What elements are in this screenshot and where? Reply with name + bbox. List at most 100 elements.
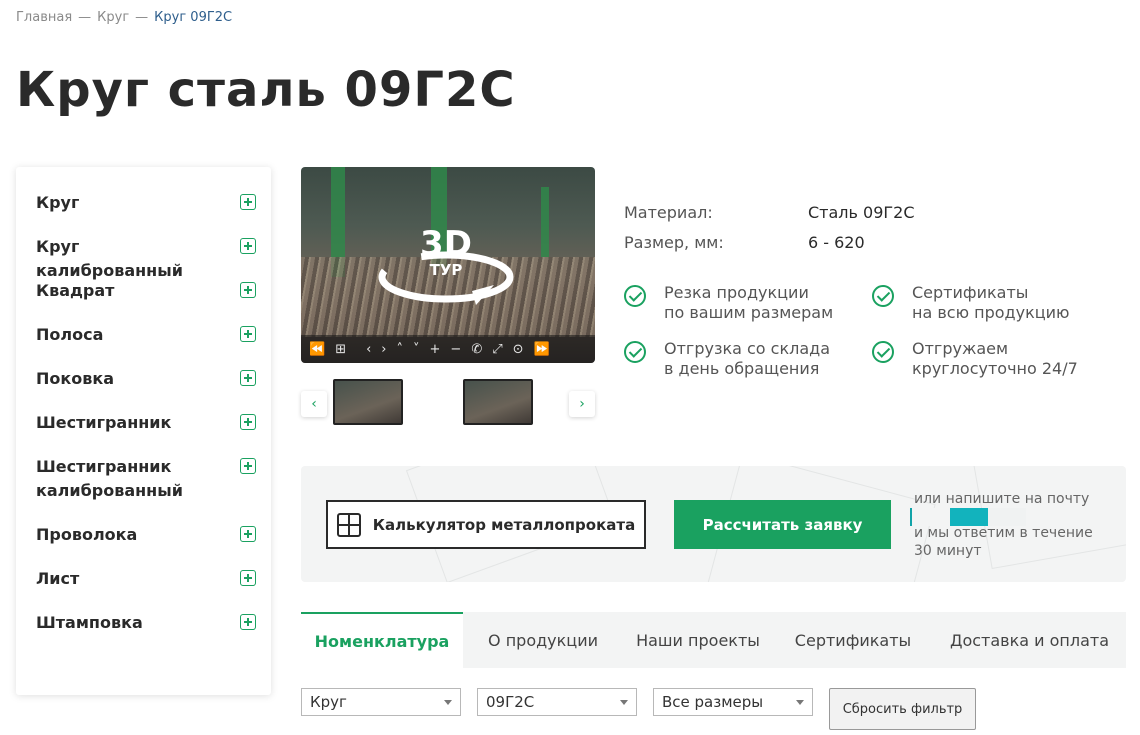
pan-down-icon[interactable]: ˅	[413, 342, 420, 357]
expand-plus-icon[interactable]	[240, 458, 256, 474]
warehouse-beam	[541, 187, 549, 257]
rewind-icon[interactable]: ⏪	[309, 342, 325, 357]
sidebar-item-label: Полоса	[36, 325, 104, 344]
3d-tour-sublabel: ТУР	[430, 261, 463, 279]
pan-up-icon[interactable]: ˄	[397, 342, 404, 357]
category-sidebar: Круг Круг калиброванный Квадрат Полоса П…	[16, 167, 271, 695]
filter-size-select[interactable]: Все размеры	[653, 688, 813, 716]
check-circle-icon	[624, 285, 646, 307]
sidebar-item-label: Квадрат	[36, 281, 115, 300]
sidebar-item-label: Поковка	[36, 369, 115, 388]
grid-icon[interactable]: ⊞	[335, 342, 346, 357]
tab-our-projects[interactable]: Наши проекты	[623, 612, 773, 668]
sidebar-item-kvadrat[interactable]: Квадрат	[36, 279, 256, 303]
expand-plus-icon[interactable]	[240, 570, 256, 586]
feature-line: на всю продукцию	[912, 303, 1070, 322]
sidebar-item-krug[interactable]: Круг	[36, 191, 256, 215]
feature-certificates: Сертификаты на всю продукцию	[872, 283, 1070, 323]
expand-plus-icon[interactable]	[240, 526, 256, 542]
sidebar-item-provoloka[interactable]: Проволока	[36, 523, 256, 547]
feature-line: Отгружаем	[912, 339, 1009, 358]
metal-calculator-label: Калькулятор металлопроката	[372, 515, 636, 534]
expand-plus-icon[interactable]	[240, 326, 256, 342]
feature-line: Сертификаты	[912, 283, 1029, 302]
breadcrumb-current: Круг 09Г2С	[154, 10, 233, 25]
breadcrumb-home[interactable]: Главная	[16, 10, 72, 25]
spec-size-label: Размер, мм:	[624, 233, 724, 252]
mail-note-top: или напишите на почту	[914, 491, 1090, 507]
3d-tour-icon: 3D ТУР	[378, 224, 514, 305]
expand-plus-icon[interactable]	[240, 194, 256, 210]
filter-grade-value: 09Г2С	[486, 693, 535, 711]
filter-type-value: Круг	[310, 693, 347, 711]
sidebar-item-list[interactable]: Лист	[36, 567, 256, 591]
sidebar-item-polosa[interactable]: Полоса	[36, 323, 256, 347]
sidebar-item-label: Шестигранник	[36, 413, 172, 432]
download-icon[interactable]: ⊙	[513, 342, 524, 357]
breadcrumb-separator: —	[135, 10, 149, 25]
thumbnail-3d-tour[interactable]	[333, 379, 403, 425]
expand-plus-icon[interactable]	[240, 370, 256, 386]
feature-shipping-same-day: Отгрузка со склада в день обращения	[624, 339, 830, 379]
breadcrumb-parent[interactable]: Круг	[97, 10, 129, 25]
feature-line: по вашим размерам	[664, 303, 834, 322]
sidebar-item-shestigrannik[interactable]: Шестигранник	[36, 411, 256, 435]
chevron-down-icon	[796, 699, 804, 705]
pan-left-icon[interactable]: ‹	[366, 342, 371, 357]
fullscreen-icon[interactable]: ⤢	[492, 342, 502, 357]
tab-about-product[interactable]: О продукции	[463, 612, 623, 668]
chevron-down-icon	[444, 699, 452, 705]
zoom-out-icon[interactable]: −	[450, 342, 461, 357]
fast-forward-icon[interactable]: ⏩	[534, 342, 550, 357]
expand-plus-icon[interactable]	[240, 238, 256, 254]
breadcrumb: Главная — Круг — Круг 09Г2С	[16, 10, 232, 25]
spec-material-value: Сталь 09Г2С	[808, 203, 915, 222]
phone-icon[interactable]: ✆	[471, 342, 482, 357]
tab-nomenclature[interactable]: Номенклатура	[301, 612, 463, 668]
spec-size: Размер, мм: 6 - 620	[624, 233, 865, 252]
metal-calculator-button[interactable]: Калькулятор металлопроката	[326, 500, 646, 549]
filter-type-select[interactable]: Круг	[301, 688, 461, 716]
expand-plus-icon[interactable]	[240, 282, 256, 298]
expand-plus-icon[interactable]	[240, 614, 256, 630]
page-title: Круг сталь 09Г2С	[16, 62, 516, 118]
sidebar-item-shestigrannik-kalibrovanny[interactable]: Шестигранник калиброванный	[36, 455, 256, 503]
spec-material-label: Материал:	[624, 203, 713, 222]
chevron-down-icon	[620, 699, 628, 705]
zoom-in-icon[interactable]: +	[430, 342, 441, 357]
3d-tour-label: 3D	[420, 224, 472, 264]
tour-controls-bar: ⏪ ⊞ ‹ › ˄ ˅ + − ✆ ⤢ ⊙ ⏩	[301, 335, 595, 363]
thumbnail-photo[interactable]	[463, 379, 533, 425]
thumbnail-next-button[interactable]: ›	[569, 391, 595, 417]
feature-line: Резка продукции	[664, 283, 809, 302]
feature-cutting: Резка продукции по вашим размерам	[624, 283, 833, 323]
tab-certificates[interactable]: Сертификаты	[773, 612, 933, 668]
spec-material: Материал: Сталь 09Г2С	[624, 203, 915, 222]
thumbnail-prev-button[interactable]: ‹	[301, 391, 327, 417]
sidebar-item-krug-kalibrovanny[interactable]: Круг калиброванный	[36, 235, 256, 283]
mail-note-bottom: и мы ответим в течение 30 минут	[914, 525, 1093, 559]
tab-delivery-payment[interactable]: Доставка и оплата	[933, 612, 1126, 668]
breadcrumb-separator: —	[78, 10, 92, 25]
sidebar-item-label: Круг	[36, 193, 80, 212]
filter-size-value: Все размеры	[662, 693, 764, 711]
feature-line: Отгрузка со склада	[664, 339, 831, 358]
feature-shipping-24-7: Отгружаем круглосуточно 24/7	[872, 339, 1078, 379]
check-circle-icon	[624, 341, 646, 363]
expand-plus-icon[interactable]	[240, 414, 256, 430]
calculate-request-button[interactable]: Рассчитать заявку	[674, 500, 891, 549]
filter-grade-select[interactable]: 09Г2С	[477, 688, 637, 716]
calculator-icon	[336, 512, 361, 537]
product-tabs: Номенклатура О продукции Наши проекты Се…	[301, 612, 1126, 668]
check-circle-icon	[872, 341, 894, 363]
reset-filter-button[interactable]: Сбросить фильтр	[829, 688, 976, 730]
sidebar-item-label: Лист	[36, 569, 80, 588]
check-circle-icon	[872, 285, 894, 307]
sidebar-item-pokovka[interactable]: Поковка	[36, 367, 256, 391]
sidebar-item-shtampovka[interactable]: Штамповка	[36, 611, 256, 635]
feature-line: в день обращения	[664, 359, 820, 378]
pan-right-icon[interactable]: ›	[381, 342, 386, 357]
product-3d-tour-viewer[interactable]: 3D ТУР ⏪ ⊞ ‹ › ˄ ˅ + − ✆ ⤢ ⊙ ⏩	[301, 167, 595, 363]
sidebar-item-label: Проволока	[36, 525, 138, 544]
sidebar-item-label: Шестигранник калиброванный	[36, 457, 183, 500]
